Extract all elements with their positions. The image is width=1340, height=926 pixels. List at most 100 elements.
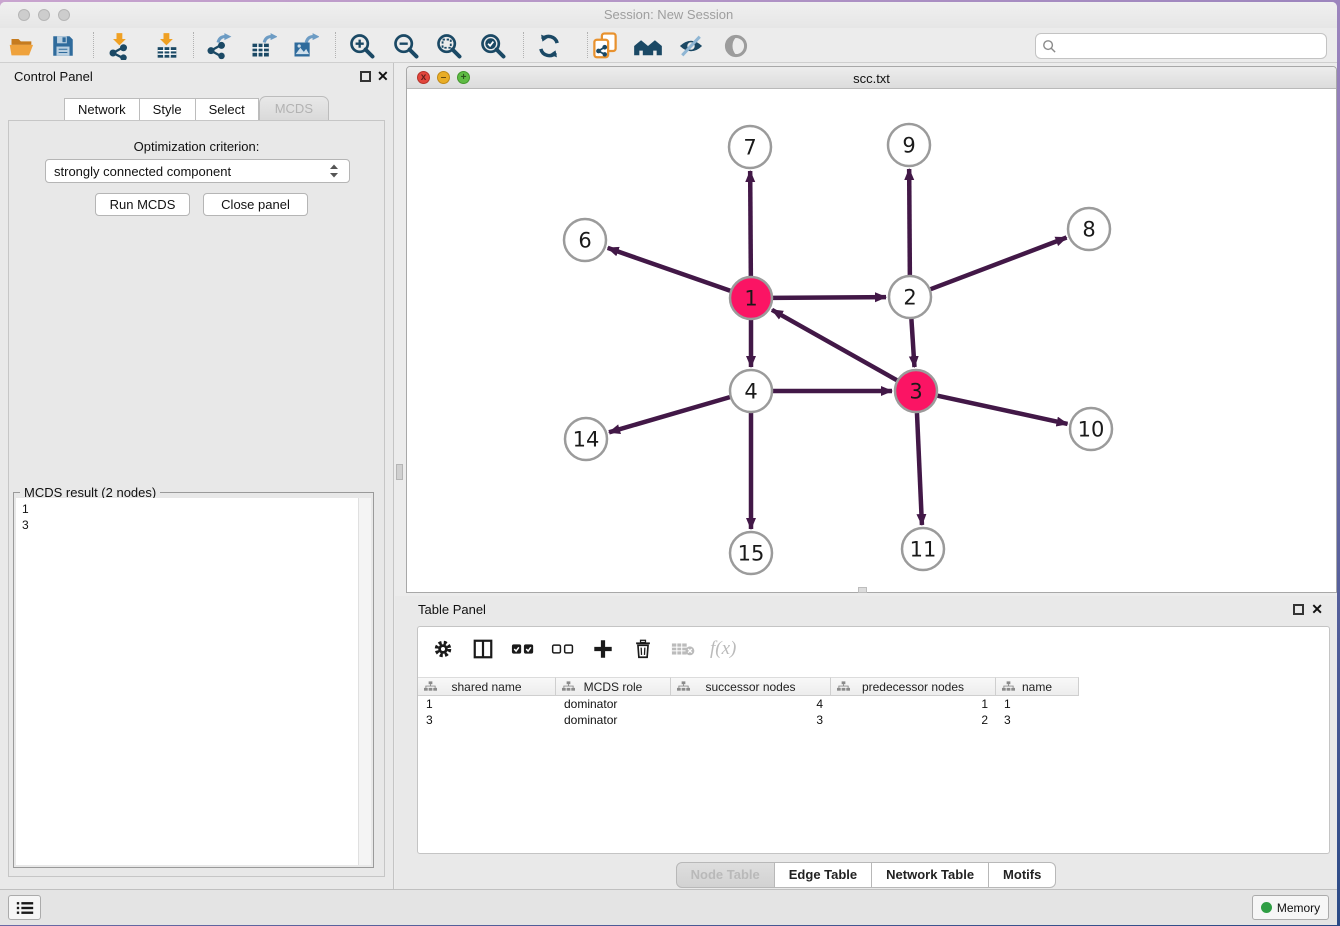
optimization-criterion-select[interactable]: strongly connected component	[45, 159, 350, 183]
hide-panels-button[interactable]	[719, 30, 753, 61]
save-floppy-icon	[50, 33, 76, 59]
horizontal-split-grip[interactable]	[858, 587, 867, 593]
edge-1-2[interactable]	[773, 297, 886, 298]
columns-icon	[472, 638, 494, 660]
close-panel-icon[interactable]: ✕	[377, 68, 389, 85]
node-label-6: 6	[578, 229, 591, 253]
eye-slash-icon	[676, 32, 706, 60]
unselect-all-button[interactable]	[550, 636, 576, 662]
show-columns-button[interactable]	[470, 636, 496, 662]
delete-table-button[interactable]	[670, 636, 696, 662]
zoom-fit-button[interactable]	[432, 30, 466, 61]
edge-2-3[interactable]	[911, 319, 914, 367]
splitpane-divider-grip[interactable]	[396, 464, 403, 480]
close-panel-button[interactable]: Close panel	[203, 193, 308, 216]
float-panel-icon[interactable]	[360, 71, 371, 82]
column-header-shared-name[interactable]: shared name	[418, 677, 556, 696]
column-header-MCDS-role[interactable]: MCDS role	[556, 677, 671, 696]
export-table-button[interactable]	[246, 30, 280, 61]
tab-network-table[interactable]: Network Table	[872, 862, 989, 888]
trash-icon	[632, 638, 654, 660]
edge-3-10[interactable]	[937, 396, 1067, 424]
control-panel-title: Control Panel	[14, 69, 93, 84]
first-neighbors-button[interactable]	[631, 30, 665, 61]
memory-button[interactable]: Memory	[1252, 895, 1329, 920]
zoom-selected-button[interactable]	[476, 30, 510, 61]
toolbar-separator	[93, 32, 94, 58]
cell: 1	[831, 696, 996, 712]
tab-select[interactable]: Select	[196, 98, 259, 122]
tab-motifs[interactable]: Motifs	[989, 862, 1056, 888]
cell: 1	[418, 696, 556, 712]
search-input[interactable]	[1062, 39, 1320, 53]
node-label-11: 11	[910, 538, 937, 562]
table-row[interactable]: 3dominator323	[418, 712, 1079, 728]
table-row[interactable]: 1dominator411	[418, 696, 1079, 712]
network-window-titlebar[interactable]: x – + scc.txt	[407, 67, 1336, 89]
import-network-button[interactable]	[103, 30, 137, 61]
zoom-selected-icon	[479, 32, 507, 60]
export-network-icon	[204, 32, 232, 60]
search-icon	[1042, 39, 1057, 54]
edge-3-11[interactable]	[917, 413, 922, 525]
zoom-in-button[interactable]	[345, 30, 379, 61]
edge-4-14[interactable]	[609, 397, 730, 432]
import-table-button[interactable]	[150, 30, 184, 61]
cell: dominator	[556, 712, 671, 728]
edge-1-6[interactable]	[608, 248, 731, 291]
zoom-out-icon	[392, 32, 420, 60]
tab-style[interactable]: Style	[140, 98, 196, 122]
close-table-panel-icon[interactable]: ✕	[1311, 601, 1323, 618]
save-session-button[interactable]	[46, 30, 80, 61]
column-header-predecessor-nodes[interactable]: predecessor nodes	[831, 677, 996, 696]
result-scrollbar[interactable]	[358, 498, 371, 865]
checked-boxes-icon	[511, 640, 535, 658]
edge-3-1[interactable]	[772, 310, 897, 380]
edge-2-8[interactable]	[931, 238, 1067, 290]
zoom-out-button[interactable]	[389, 30, 423, 61]
function-builder-button[interactable]: f(x)	[710, 636, 736, 662]
open-session-button[interactable]	[5, 30, 39, 61]
memory-status-icon	[1261, 902, 1272, 913]
network-view-window: x – + scc.txt 7968124314101511	[406, 66, 1337, 593]
tab-node-table[interactable]: Node Table	[676, 862, 775, 888]
tab-mcds[interactable]: MCDS	[259, 96, 329, 122]
new-network-from-selection-button[interactable]	[588, 30, 622, 61]
graphics-details-button[interactable]	[674, 30, 708, 61]
delete-table-icon	[671, 640, 695, 658]
export-network-button[interactable]	[201, 30, 235, 61]
float-table-panel-icon[interactable]	[1293, 604, 1304, 615]
tab-network[interactable]: Network	[64, 98, 140, 122]
add-column-button[interactable]	[590, 636, 616, 662]
search-box[interactable]	[1035, 33, 1327, 59]
table-panel-title: Table Panel	[418, 602, 486, 617]
title-bar: Session: New Session	[0, 2, 1337, 28]
mcds-result-text[interactable]: 13	[16, 498, 358, 865]
app-window: Session: New Session	[0, 2, 1337, 925]
run-mcds-button[interactable]: Run MCDS	[95, 193, 190, 216]
cell: dominator	[556, 696, 671, 712]
column-header-successor-nodes[interactable]: successor nodes	[671, 677, 831, 696]
edge-2-9[interactable]	[909, 169, 910, 275]
task-history-button[interactable]	[8, 895, 41, 920]
select-all-button[interactable]	[510, 636, 536, 662]
table-header-row: shared nameMCDS rolesuccessor nodesprede…	[418, 677, 1079, 696]
edge-1-7[interactable]	[750, 171, 751, 276]
delete-column-button[interactable]	[630, 636, 656, 662]
apply-layout-button[interactable]	[532, 30, 566, 61]
tab-edge-table[interactable]: Edge Table	[775, 862, 872, 888]
column-header-name[interactable]: name	[996, 677, 1079, 696]
table-panel: Table Panel ✕	[395, 596, 1337, 890]
export-image-button[interactable]	[288, 30, 322, 61]
node-label-14: 14	[573, 428, 600, 452]
memory-label: Memory	[1277, 901, 1320, 915]
cell: 4	[671, 696, 831, 712]
main-toolbar	[0, 28, 1337, 63]
mcds-result-group: MCDS result (2 nodes) 13	[13, 492, 374, 868]
result-line: 3	[22, 517, 352, 533]
export-table-icon	[249, 32, 277, 60]
list-icon	[15, 899, 35, 917]
network-graph[interactable]: 7968124314101511	[407, 89, 1336, 592]
cell: 1	[996, 696, 1079, 712]
table-settings-button[interactable]	[430, 636, 456, 662]
